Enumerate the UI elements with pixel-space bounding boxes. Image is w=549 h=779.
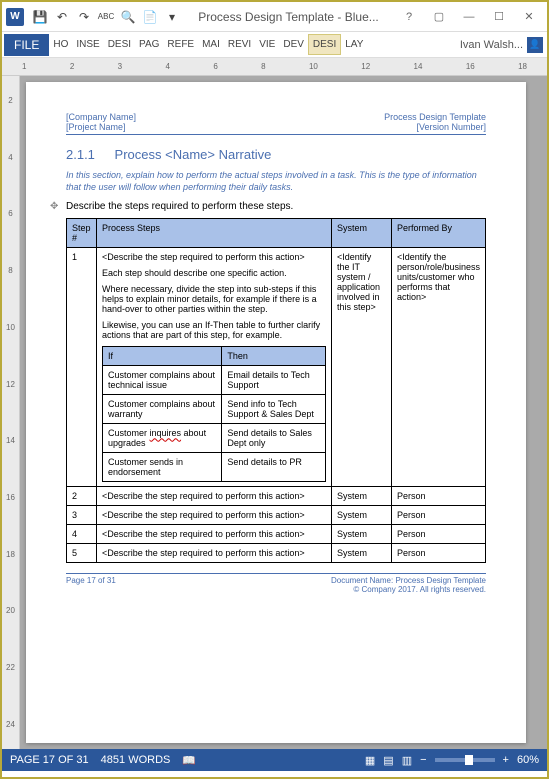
table-move-handle-icon[interactable]: ✥ [50, 201, 58, 212]
table-header-row: Step # Process Steps System Performed By [67, 219, 486, 248]
minimize-icon[interactable]: — [455, 7, 483, 27]
header-version: [Version Number] [384, 122, 486, 132]
file-tab[interactable]: FILE [4, 34, 49, 56]
web-layout-icon[interactable]: ▥ [402, 754, 412, 767]
tab-developer[interactable]: DEV [279, 35, 308, 54]
tab-table-design[interactable]: DESI [308, 34, 341, 55]
ribbon-display-icon[interactable]: ▢ [425, 7, 453, 27]
header-doc-title: Process Design Template [384, 112, 486, 122]
close-icon[interactable]: ✕ [515, 7, 543, 27]
cell-performed: <Identify the person/role/business units… [391, 248, 485, 487]
user-icon: 👤 [527, 37, 543, 53]
footer-doc-name: Document Name: Process Design Template [331, 576, 486, 585]
new-icon[interactable]: 📄 [140, 7, 160, 27]
table-row[interactable]: 2<Describe the step required to perform … [67, 487, 486, 506]
table-row[interactable]: 3<Describe the step required to perform … [67, 506, 486, 525]
tab-mailings[interactable]: MAI [198, 35, 224, 54]
user-area[interactable]: Ivan Walsh... 👤 [460, 37, 547, 53]
user-name: Ivan Walsh... [460, 39, 523, 51]
help-icon[interactable]: ? [395, 7, 423, 27]
tab-home[interactable]: HO [49, 35, 72, 54]
tab-page[interactable]: PAG [135, 35, 163, 54]
window-title: Process Design Template - Blue... [182, 10, 395, 24]
if-then-table[interactable]: IfThen Customer complains about technica… [102, 346, 326, 482]
word-icon: W [6, 8, 24, 26]
read-mode-icon[interactable]: ▤ [383, 754, 393, 767]
window-controls: ? ▢ — ☐ ✕ [395, 7, 543, 27]
page-header: [Company Name] [Project Name] Process De… [66, 112, 486, 135]
intro-text: Describe the steps required to perform t… [66, 201, 486, 212]
section-number: 2.1.1 [66, 147, 95, 162]
tab-references[interactable]: REFE [163, 35, 198, 54]
section-instruction: In this section, explain how to perform … [66, 170, 486, 193]
section-heading: 2.1.1 Process <Name> Narrative [66, 147, 486, 162]
cell-step-num: 1 [67, 248, 97, 487]
tab-insert[interactable]: INSE [72, 35, 103, 54]
preview-icon[interactable]: 🔍 [118, 7, 138, 27]
table-row[interactable]: 1 <Describe the step required to perform… [67, 248, 486, 487]
status-page[interactable]: PAGE 17 OF 31 [10, 754, 89, 766]
ribbon-tabs: FILE HO INSE DESI PAG REFE MAI REVI VIE … [2, 32, 547, 58]
zoom-out-icon[interactable]: − [420, 754, 426, 766]
table-row[interactable]: 4<Describe the step required to perform … [67, 525, 486, 544]
redo-icon[interactable]: ↷ [74, 7, 94, 27]
col-system: System [331, 219, 391, 248]
header-company: [Company Name] [66, 112, 136, 122]
cell-system: <Identify the IT system / application in… [331, 248, 391, 487]
footer-page: Page 17 of 31 [66, 576, 116, 594]
horizontal-ruler[interactable]: 1234681012141618 [2, 58, 547, 76]
qat-more-icon[interactable]: ▾ [162, 7, 182, 27]
tab-design[interactable]: DESI [104, 35, 135, 54]
document-page[interactable]: [Company Name] [Project Name] Process De… [26, 82, 526, 743]
cell-process-steps: <Describe the step required to perform t… [97, 248, 332, 487]
table-row[interactable]: Customer sends in endorsementSend detail… [103, 453, 326, 482]
undo-icon[interactable]: ↶ [52, 7, 72, 27]
zoom-in-icon[interactable]: + [503, 754, 509, 766]
document-area[interactable]: 24681012141618202224 [Company Name] [Pro… [2, 76, 547, 749]
table-row[interactable]: 5<Describe the step required to perform … [67, 544, 486, 563]
table-row[interactable]: Customer complains about technical issue… [103, 366, 326, 395]
section-name: Process <Name> Narrative [115, 147, 272, 162]
col-performed-by: Performed By [391, 219, 485, 248]
tab-view[interactable]: VIE [255, 35, 279, 54]
save-icon[interactable]: 💾 [30, 7, 50, 27]
col-step-num: Step # [67, 219, 97, 248]
vertical-ruler[interactable]: 24681012141618202224 [2, 76, 20, 749]
spellcheck-icon[interactable]: ABC [96, 7, 116, 27]
header-project: [Project Name] [66, 122, 136, 132]
zoom-slider[interactable] [435, 758, 495, 762]
status-words[interactable]: 4851 WORDS [101, 754, 171, 766]
table-row[interactable]: Customer inquires about upgradesSend det… [103, 424, 326, 453]
status-bar: PAGE 17 OF 31 4851 WORDS 📖 ▦ ▤ ▥ − + 60% [2, 749, 547, 771]
process-table[interactable]: Step # Process Steps System Performed By… [66, 218, 486, 563]
table-row[interactable]: Customer complains about warrantySend in… [103, 395, 326, 424]
quick-access-toolbar: W 💾 ↶ ↷ ABC 🔍 📄 ▾ [6, 7, 182, 27]
print-layout-icon[interactable]: ▦ [365, 754, 375, 767]
zoom-percent[interactable]: 60% [517, 754, 539, 766]
maximize-icon[interactable]: ☐ [485, 7, 513, 27]
zoom-thumb[interactable] [465, 755, 473, 765]
page-footer: Page 17 of 31 Document Name: Process Des… [66, 573, 486, 594]
col-process-steps: Process Steps [97, 219, 332, 248]
title-bar: W 💾 ↶ ↷ ABC 🔍 📄 ▾ Process Design Templat… [2, 2, 547, 32]
footer-copyright: © Company 2017. All rights reserved. [331, 585, 486, 594]
proofing-icon[interactable]: 📖 [182, 754, 196, 767]
tab-review[interactable]: REVI [224, 35, 255, 54]
tab-layout[interactable]: LAY [341, 35, 367, 54]
